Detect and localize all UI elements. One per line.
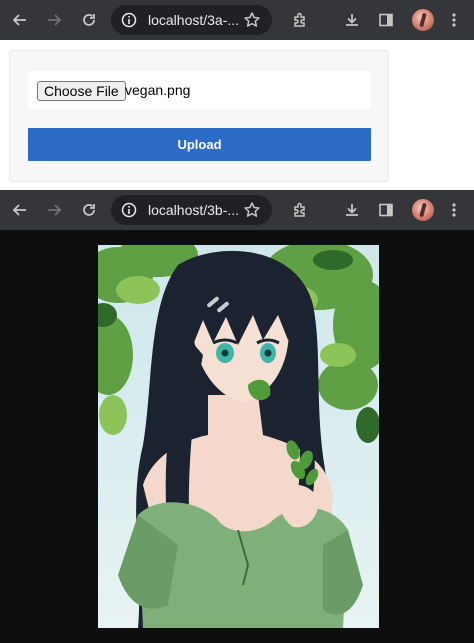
profile-avatar[interactable] [412,199,434,221]
selected-file-name: vegan.png [125,82,191,98]
site-info-icon[interactable] [121,12,137,33]
address-url: localhost/3a-... [148,12,240,28]
forward-arrow-icon[interactable] [44,190,64,230]
uploaded-image [98,245,379,628]
back-arrow-icon[interactable] [10,0,30,40]
upload-card: Choose File vegan.png Upload [9,50,389,182]
download-icon[interactable] [342,190,362,230]
image-viewer-page [0,230,474,643]
address-url: localhost/3b-... [148,202,240,218]
address-bar[interactable]: localhost/3b-... [111,195,272,225]
file-input-row: Choose File vegan.png [28,71,371,109]
browser-toolbar-top: localhost/3a-... [0,0,474,40]
bookmark-star-icon[interactable] [243,201,261,224]
reload-icon[interactable] [79,190,99,230]
extensions-puzzle-icon[interactable] [290,0,312,40]
extensions-puzzle-icon[interactable] [290,190,312,230]
browser-toolbar-bottom: localhost/3b-... [0,190,474,230]
anime-illustration [98,245,379,628]
bookmark-star-icon[interactable] [243,11,261,34]
site-info-icon[interactable] [121,202,137,223]
upload-page: Choose File vegan.png Upload [0,40,474,190]
address-bar[interactable]: localhost/3a-... [111,5,272,35]
profile-avatar[interactable] [412,9,434,31]
forward-arrow-icon[interactable] [44,0,64,40]
choose-file-button[interactable]: Choose File [37,81,126,101]
side-panel-icon[interactable] [376,0,396,40]
download-icon[interactable] [342,0,362,40]
upload-button[interactable]: Upload [28,128,371,161]
back-arrow-icon[interactable] [10,190,30,230]
reload-icon[interactable] [79,0,99,40]
menu-kebab-icon[interactable] [444,0,464,40]
side-panel-icon[interactable] [376,190,396,230]
menu-kebab-icon[interactable] [444,190,464,230]
